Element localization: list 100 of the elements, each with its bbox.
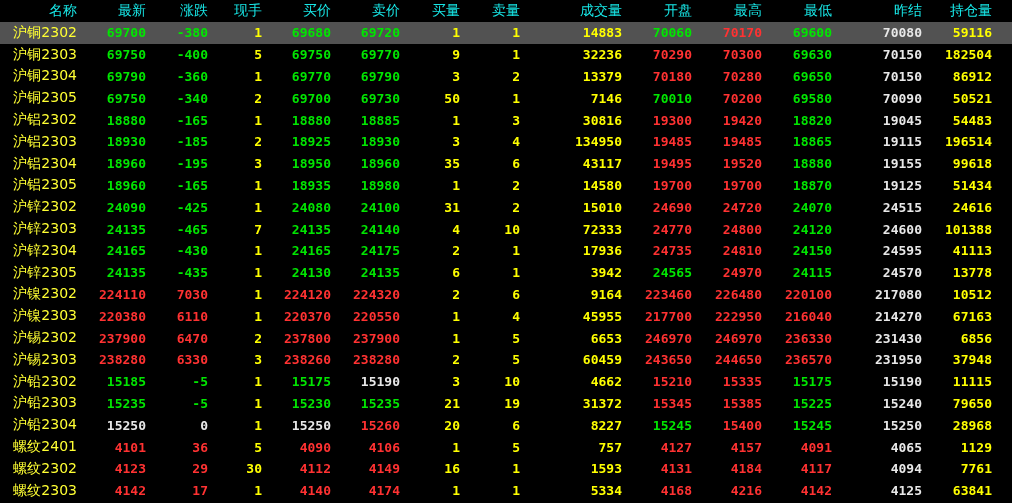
table-row[interactable]: 沪铜2302 69700 -380 1 69680 69720 1 1 14883 70060 70170 69600 70080 59116 [0,22,1012,44]
table-row[interactable]: 沪镍2303 220380 6110 1 220370 220550 1 4 45955 217700 222950 216040 214270 67163 [0,305,1012,328]
table-cell-text: 246970 [644,330,692,346]
contract-name: 沪铜2304 [12,67,77,86]
table-row[interactable]: 沪铜2304 69790 -360 1 69770 69790 3 2 13379 70180 70280 69650 70150 86912 [0,65,1012,88]
table-cell-text: 134950 [574,134,622,150]
table-cell-text: 24810 [721,243,762,259]
table-row[interactable]: 螺纹2401 4101 36 5 4090 4106 1 5 757 4127 4157 4091 4065 1129 [0,436,1012,458]
table-row[interactable]: 沪铝2302 18880 -165 1 18880 18885 1 3 30816 19300 19420 18820 19045 54483 [0,109,1012,131]
column-header[interactable]: 涨跌 [146,2,208,20]
table-cell-text: 18865 [791,134,832,150]
table-row[interactable]: 沪铜2303 69750 -400 5 69750 69770 9 1 32236 70290 70300 69630 70150 182504 [0,43,1012,66]
contract-name: 沪铝2304 [12,154,77,173]
table-row[interactable]: 沪锡2302 237900 6470 2 237800 237900 1 5 6653 246970 246970 236330 231430 6856 [0,327,1012,349]
column-header[interactable]: 最新 [77,2,146,20]
table-cell-text: 4662 [589,374,622,390]
column-header[interactable]: 持仓量 [922,2,992,20]
table-cell-text: 5 [511,330,520,346]
table-cell-text: 6330 [175,352,208,368]
column-header[interactable]: 卖量 [460,2,520,20]
table-cell-text: 60459 [581,352,622,368]
table-cell-text: 24140 [359,221,400,237]
contract-name: 沪铝2305 [12,176,77,195]
table-cell-text: 1 [511,25,520,41]
table-cell-text: 36 [191,439,208,455]
table-row[interactable]: 沪锌2304 24165 -430 1 24165 24175 2 1 17936 24735 24810 24150 24595 41113 [0,239,1012,262]
table-cell-text: 10 [503,221,520,237]
table-row[interactable]: 沪铅2302 15185 -5 1 15175 15190 3 10 4662 15210 15335 15175 15190 11115 [0,370,1012,393]
table-cell-text: 15210 [651,374,692,390]
table-cell-text: 18820 [791,112,832,128]
column-header[interactable]: 买量 [400,2,460,20]
table-cell-text: 15260 [359,417,400,433]
table-row[interactable]: 螺纹2303 4142 17 1 4140 4174 1 1 5334 4168 4216 4142 4125 63841 [0,479,1012,502]
table-cell-text: 15245 [651,417,692,433]
table-cell-text: 50521 [951,90,992,106]
table-cell-text: 70290 [651,47,692,63]
table-cell-text: -5 [191,374,208,390]
table-cell-text: 216040 [784,308,832,324]
table-cell-text: 237900 [352,330,400,346]
table-cell-text: 43117 [581,156,622,172]
table-cell-text: 24135 [105,265,146,281]
column-header[interactable]: 现手 [208,2,262,20]
table-cell-text: 222950 [714,308,762,324]
table-cell-text: 231950 [874,352,922,368]
table-row[interactable]: 沪锡2303 238280 6330 3 238260 238280 2 5 60459 243650 244650 236570 231950 37948 [0,348,1012,371]
table-row[interactable]: 沪铜2305 69750 -340 2 69700 69730 50 1 7146 70010 70200 69580 70090 50521 [0,87,1012,110]
table-cell-text: 19700 [651,177,692,193]
table-cell-text: 99618 [951,156,992,172]
table-cell-text: 3 [451,374,460,390]
table-cell-text: -435 [175,265,208,281]
table-cell-text: 18960 [359,156,400,172]
table-cell-text: 69630 [791,47,832,63]
table-cell-text: 28968 [951,417,992,433]
table-cell-text: 24070 [791,199,832,215]
table-cell-text: 4174 [367,483,400,499]
table-row[interactable]: 沪锌2302 24090 -425 1 24080 24100 31 2 15010 24690 24720 24070 24515 24616 [0,196,1012,219]
table-cell-text: 1 [253,69,262,84]
table-cell-text: 4140 [298,483,331,499]
table-cell-text: 224120 [283,286,331,302]
column-header[interactable]: 卖价 [331,2,400,20]
table-cell-text: 67163 [951,308,992,324]
table-cell-text: 70280 [721,69,762,84]
table-cell-text: 5 [511,439,520,455]
table-cell-text: 18950 [290,156,331,172]
table-cell-text: 1 [253,199,262,215]
table-row[interactable]: 螺纹2302 4123 29 30 4112 4149 16 1 1593 4131 4184 4117 4094 7761 [0,457,1012,480]
table-cell-text: 3 [451,69,460,84]
table-cell-text: 3 [253,156,262,172]
table-row[interactable]: 沪锌2305 24135 -435 1 24130 24135 6 1 3942 24565 24970 24115 24570 13778 [0,261,1012,284]
column-header[interactable]: 名称 [0,2,77,20]
table-row[interactable]: 沪锌2303 24135 -465 7 24135 24140 4 10 72333 24770 24800 24120 24600 101388 [0,218,1012,240]
column-header[interactable]: 开盘 [622,2,692,20]
column-header[interactable]: 最低 [762,2,832,20]
table-cell-text: 37948 [951,352,992,368]
contract-name: 沪铝2302 [12,111,77,130]
table-row[interactable]: 沪铅2304 15250 0 1 15250 15260 20 6 8227 15245 15400 15245 15250 28968 [0,414,1012,437]
column-header[interactable]: 昨结 [832,2,922,20]
table-cell-text: 2 [253,330,262,346]
table-cell-text: 18980 [359,177,400,193]
table-cell-text: 31372 [581,395,622,411]
table-row[interactable]: 沪镍2302 224110 7030 1 224120 224320 2 6 9164 223460 226480 220100 217080 10512 [0,283,1012,306]
table-cell-text: 15250 [290,417,331,433]
table-cell-text: 15250 [881,417,922,433]
table-cell-text: 69750 [290,47,331,63]
table-cell-text: 15175 [791,374,832,390]
table-row[interactable]: 沪铝2303 18930 -185 2 18925 18930 3 4 134950 19485 19485 18865 19115 196514 [0,131,1012,153]
table-cell-text: 24150 [791,243,832,259]
column-header[interactable]: 最高 [692,2,762,20]
table-row[interactable]: 沪铝2305 18960 -165 1 18935 18980 1 2 14580 19700 19700 18870 19125 51434 [0,174,1012,197]
table-cell-text: 24565 [651,265,692,281]
column-header[interactable]: 成交量 [520,2,622,20]
contract-name: 螺纹2303 [12,481,77,500]
table-cell-text: 9164 [589,286,622,302]
table-row[interactable]: 沪铅2303 15235 -5 1 15230 15235 21 19 31372 15345 15385 15225 15240 79650 [0,392,1012,415]
table-cell-text: 18880 [105,112,146,128]
table-cell-text: -165 [175,177,208,193]
column-header[interactable]: 买价 [262,2,331,20]
table-cell-text: 3 [451,134,460,150]
table-cell-text: 69580 [791,90,832,106]
table-row[interactable]: 沪铝2304 18960 -195 3 18950 18960 35 6 43117 19495 19520 18880 19155 99618 [0,152,1012,175]
